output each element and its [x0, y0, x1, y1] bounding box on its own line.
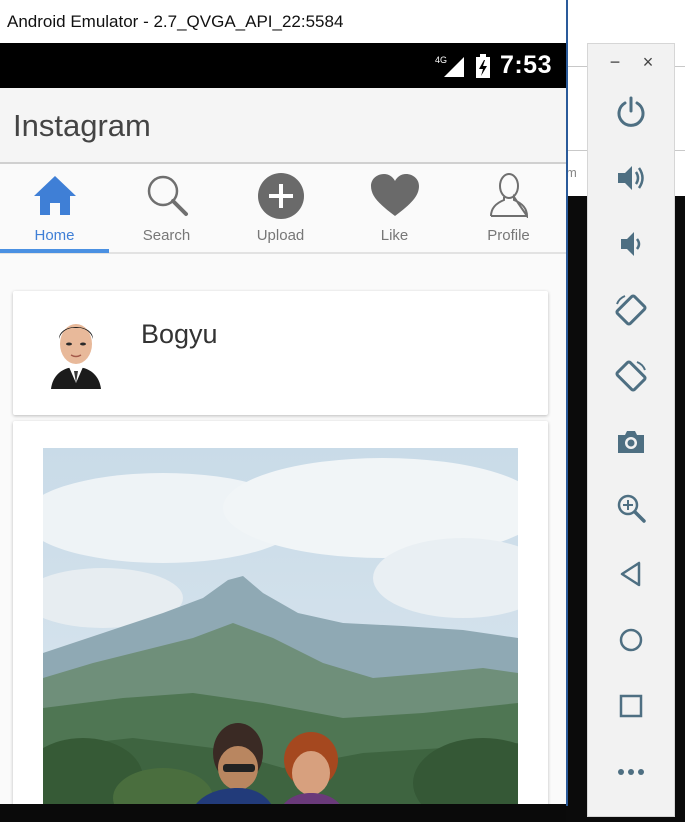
- volume-down-icon: [621, 232, 641, 256]
- home-circle-icon: [619, 628, 643, 652]
- avatar[interactable]: [47, 317, 105, 389]
- profile-icon: [489, 173, 528, 218]
- close-button[interactable]: ×: [637, 52, 659, 73]
- tab-profile[interactable]: Profile: [454, 164, 563, 252]
- app-bar: Instagram: [0, 88, 566, 164]
- rotate-left-button[interactable]: [606, 285, 656, 335]
- tab-home[interactable]: Home: [0, 164, 109, 252]
- zoom-button[interactable]: [606, 483, 656, 533]
- screenshot-button[interactable]: [606, 417, 656, 467]
- home-icon: [33, 176, 76, 215]
- window-frame-bottom: [0, 804, 566, 822]
- back-button[interactable]: [606, 549, 656, 599]
- search-icon: [147, 175, 188, 216]
- tab-bar: Home Search Upload Like Profile: [0, 164, 566, 254]
- rotate-right-button[interactable]: [606, 351, 656, 401]
- power-icon: [617, 96, 645, 127]
- active-tab-indicator: [0, 249, 109, 253]
- minimize-button[interactable]: −: [604, 52, 626, 73]
- more-button[interactable]: [606, 747, 656, 797]
- tab-search-label: Search: [142, 227, 191, 244]
- battery-icon: [475, 53, 490, 78]
- emulator-toolbar: − ×: [587, 43, 675, 817]
- volume-up-button[interactable]: [606, 153, 656, 203]
- tab-search[interactable]: Search: [112, 164, 221, 252]
- tab-like-label: Like: [380, 227, 409, 244]
- device-screen: 4G 7:53 Instagram Home Search Upload Lik…: [0, 43, 566, 804]
- tab-like[interactable]: Like: [340, 164, 449, 252]
- volume-down-button[interactable]: [606, 219, 656, 269]
- zoom-icon: [617, 494, 646, 523]
- window-title: Android Emulator - 2.7_QVGA_API_22:5584: [0, 0, 566, 43]
- app-title: Instagram: [13, 108, 151, 143]
- post-photo[interactable]: [43, 448, 518, 804]
- tab-upload[interactable]: Upload: [226, 164, 335, 252]
- overview-button[interactable]: [606, 681, 656, 731]
- camera-icon: [618, 431, 644, 453]
- status-time: 7:53: [499, 51, 552, 79]
- more-icon: [618, 769, 644, 775]
- rotate-left-icon: [615, 294, 647, 326]
- signal-icon: 4G: [435, 55, 464, 77]
- window-frame-edge: [566, 0, 568, 806]
- tab-profile-label: Profile: [487, 227, 530, 244]
- home-button[interactable]: [606, 615, 656, 665]
- network-type-label: 4G: [435, 55, 447, 65]
- tab-home-label: Home: [34, 227, 75, 244]
- power-button[interactable]: [606, 87, 656, 137]
- post-header-card: Bogyu: [13, 291, 548, 415]
- tab-upload-label: Upload: [256, 227, 305, 244]
- heart-icon: [370, 174, 419, 216]
- status-bar: 4G 7:53: [0, 43, 566, 88]
- upload-icon: [257, 173, 304, 219]
- volume-up-icon: [618, 166, 644, 190]
- overview-icon: [619, 694, 643, 718]
- post-username[interactable]: Bogyu: [141, 319, 218, 350]
- back-icon: [620, 561, 641, 587]
- rotate-right-icon: [615, 360, 647, 392]
- post-image-card: [13, 421, 548, 804]
